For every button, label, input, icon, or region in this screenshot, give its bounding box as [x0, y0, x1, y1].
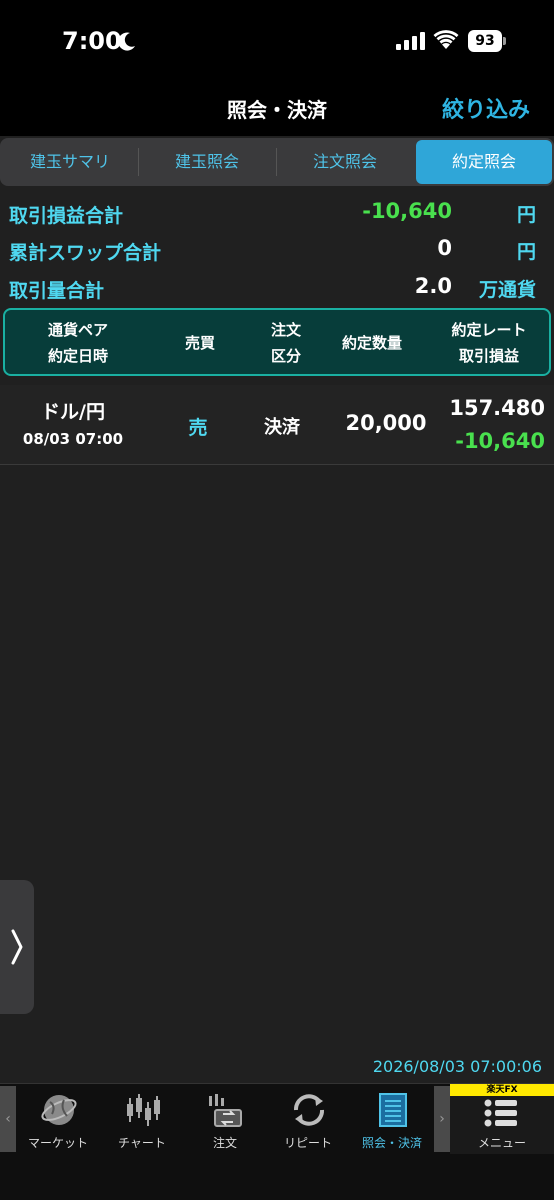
- th-side: 売買: [184, 334, 215, 352]
- table-row[interactable]: ドル/円 08/03 07:00 売 決済 20,000 157.480 -10…: [0, 385, 554, 465]
- document-icon: [379, 1093, 407, 1127]
- row-pair: ドル/円: [41, 401, 105, 423]
- order-icon: [209, 1094, 242, 1127]
- bnav-menu-label: メニュー: [477, 1136, 526, 1150]
- bottom-nav: ‹ マーケット チャート 注文 リピート 照会・決済 › 楽天FX メニュー: [0, 1083, 554, 1200]
- summary-swap-unit: 円: [516, 241, 536, 263]
- bnav-order[interactable]: 注文: [183, 1088, 267, 1150]
- scroll-right-button[interactable]: ›: [434, 1086, 450, 1152]
- tab-execution-inquiry[interactable]: 約定照会: [416, 140, 552, 184]
- th-date: 約定日時: [47, 347, 108, 365]
- th-quantity: 約定数量: [341, 334, 402, 352]
- moon-icon: [118, 32, 135, 51]
- nav-bar: 照会・決済 絞り込み: [0, 80, 554, 136]
- wifi-icon: [433, 30, 459, 49]
- row-order-type: 決済: [264, 417, 300, 438]
- summary-swap-label: 累計スワップ合計: [9, 242, 162, 264]
- th-rate: 約定レート: [451, 321, 527, 339]
- summary-volume-row: 取引量合計 2.0 万通貨: [0, 272, 554, 308]
- row-rate: 157.480: [449, 396, 545, 420]
- summary-pnl-unit: 円: [516, 204, 536, 226]
- signal-icon: [396, 32, 425, 50]
- bnav-order-label: 注文: [212, 1136, 237, 1150]
- battery-tip: [503, 37, 506, 45]
- menu-list-icon: [484, 1099, 517, 1127]
- bnav-menu[interactable]: 楽天FX メニュー: [450, 1084, 554, 1154]
- th-pnl: 取引損益: [458, 347, 519, 365]
- tab-order-inquiry[interactable]: 注文照会: [277, 140, 413, 184]
- tab-position-summary[interactable]: 建玉サマリ: [2, 140, 138, 184]
- table-header: 通貨ペア 約定日時 売買 注文 区分 約定数量 約定レート 取引損益: [3, 308, 551, 376]
- summary-volume-value: 2.0: [414, 274, 452, 298]
- filter-button[interactable]: 絞り込み: [442, 92, 530, 124]
- bnav-repeat-label: リピート: [283, 1136, 332, 1150]
- bnav-market-label: マーケット: [27, 1136, 88, 1150]
- summary-swap-row: 累計スワップ合計 0 円: [0, 234, 554, 270]
- candlestick-icon: [127, 1094, 160, 1126]
- status-time: 7:00: [62, 27, 122, 55]
- row-pnl: -10,640: [455, 429, 545, 453]
- summary-swap-value: 0: [437, 236, 452, 260]
- summary-volume-label: 取引量合計: [9, 280, 105, 302]
- status-bar: 7:00 93: [0, 0, 554, 80]
- battery-level: 93: [468, 30, 502, 52]
- bnav-inquiry[interactable]: 照会・決済: [350, 1088, 434, 1150]
- segment-tabs: 建玉サマリ 建玉照会 注文照会 約定照会: [0, 138, 554, 186]
- summary-pnl-label: 取引損益合計: [9, 205, 124, 227]
- bnav-repeat[interactable]: リピート: [266, 1088, 350, 1150]
- side-drawer-handle[interactable]: [0, 880, 34, 1014]
- update-timestamp: 2026/08/03 07:00:06: [372, 1057, 542, 1076]
- row-side: 売: [188, 417, 208, 439]
- summary-pnl-row: 取引損益合計 -10,640 円: [0, 197, 554, 233]
- brand-label: 楽天FX: [450, 1084, 554, 1096]
- scroll-left-button[interactable]: ‹: [0, 1086, 16, 1152]
- th-order-type-2: 区分: [270, 347, 301, 365]
- battery-indicator: 93: [468, 30, 506, 52]
- bnav-chart-label: チャート: [118, 1136, 166, 1150]
- chevron-right-icon: [11, 929, 23, 965]
- th-order-type-1: 注文: [270, 321, 301, 339]
- globe-icon: [41, 1095, 77, 1125]
- summary-volume-unit: 万通貨: [478, 279, 536, 301]
- summary-pnl-value: -10,640: [362, 199, 452, 223]
- bnav-inquiry-label: 照会・決済: [361, 1136, 422, 1150]
- tab-position-inquiry[interactable]: 建玉照会: [139, 140, 275, 184]
- bnav-market[interactable]: マーケット: [16, 1088, 100, 1150]
- bnav-chart[interactable]: チャート: [100, 1088, 184, 1150]
- th-pair: 通貨ペア: [47, 321, 108, 339]
- row-date: 08/03 07:00: [22, 430, 124, 448]
- repeat-icon: [294, 1094, 324, 1126]
